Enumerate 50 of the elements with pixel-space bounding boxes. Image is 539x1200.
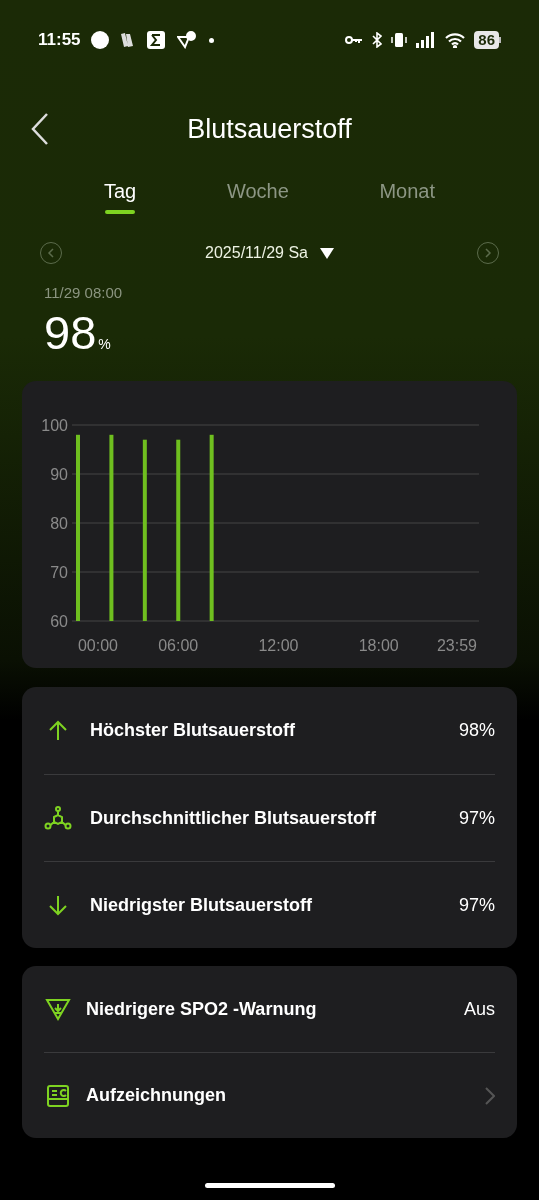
- sigma-icon: [146, 31, 165, 49]
- circle-icon: [90, 31, 109, 49]
- stat-label: Höchster Blutsauerstoff: [90, 719, 296, 742]
- records-icon: [46, 1083, 70, 1108]
- chevron-right-icon: [484, 248, 492, 258]
- stat-value: 97%: [458, 893, 495, 917]
- setting-label: Niedrigere SPO2 -Warnung: [86, 997, 317, 1021]
- wifi-icon: [445, 32, 466, 48]
- stat-label: Durchschnittlicher Blutsauerstoff: [90, 806, 377, 830]
- axis-label: 80: [50, 515, 68, 532]
- cards-icon: [120, 32, 135, 48]
- axis-label: 23:59: [437, 637, 477, 654]
- setting-value: Aus: [463, 997, 495, 1021]
- axis-label: 06:00: [158, 637, 199, 654]
- settings-row[interactable]: Aufzeichnungen: [44, 1052, 495, 1138]
- back-icon: [30, 112, 50, 146]
- axis-label: 90: [50, 466, 68, 483]
- page-title: Blutsauerstoff: [187, 112, 352, 146]
- tab[interactable]: Tag: [104, 178, 137, 238]
- axis-label: 100: [41, 417, 68, 434]
- arrow-down-icon: [46, 893, 70, 917]
- axis-label: 18:00: [358, 637, 399, 654]
- axis-label: 70: [50, 564, 68, 581]
- date-picker[interactable]: 2025/11/29 Sa: [205, 241, 334, 265]
- axis-label: 00:00: [78, 637, 118, 654]
- bluetooth-icon: [372, 32, 383, 48]
- axis-label: 12:00: [258, 637, 299, 654]
- back-button[interactable]: [30, 112, 50, 146]
- chevron-right-icon: [485, 1086, 495, 1105]
- setting-label: Aufzeichnungen: [86, 1084, 226, 1107]
- vibrate-icon: [391, 32, 408, 48]
- signal-icon: [416, 32, 437, 48]
- reading-value: 98: [44, 304, 97, 361]
- settings-row[interactable]: Niedrigere SPO2 -Warnung Aus: [44, 966, 495, 1052]
- key-icon: [345, 35, 364, 45]
- stat-value: 98%: [458, 719, 495, 742]
- reading-unit: %: [98, 334, 111, 354]
- dropdown-triangle-icon: [319, 247, 334, 259]
- tab[interactable]: Woche: [226, 178, 289, 238]
- dot-icon: [208, 37, 214, 43]
- reading-time: 11/29 08:00: [44, 283, 124, 303]
- battery-indicator: 86: [474, 31, 499, 49]
- axis-label: 60: [50, 613, 68, 630]
- tab[interactable]: Monat: [379, 178, 435, 238]
- warning-triangle-icon: [45, 997, 71, 1021]
- chevron-left-icon: [47, 248, 55, 258]
- stat-value: 97%: [458, 806, 495, 830]
- status-time: 11:55: [38, 29, 81, 52]
- stat-label: Niedrigster Blutsauerstoff: [90, 893, 313, 917]
- nodes-icon: [44, 806, 72, 830]
